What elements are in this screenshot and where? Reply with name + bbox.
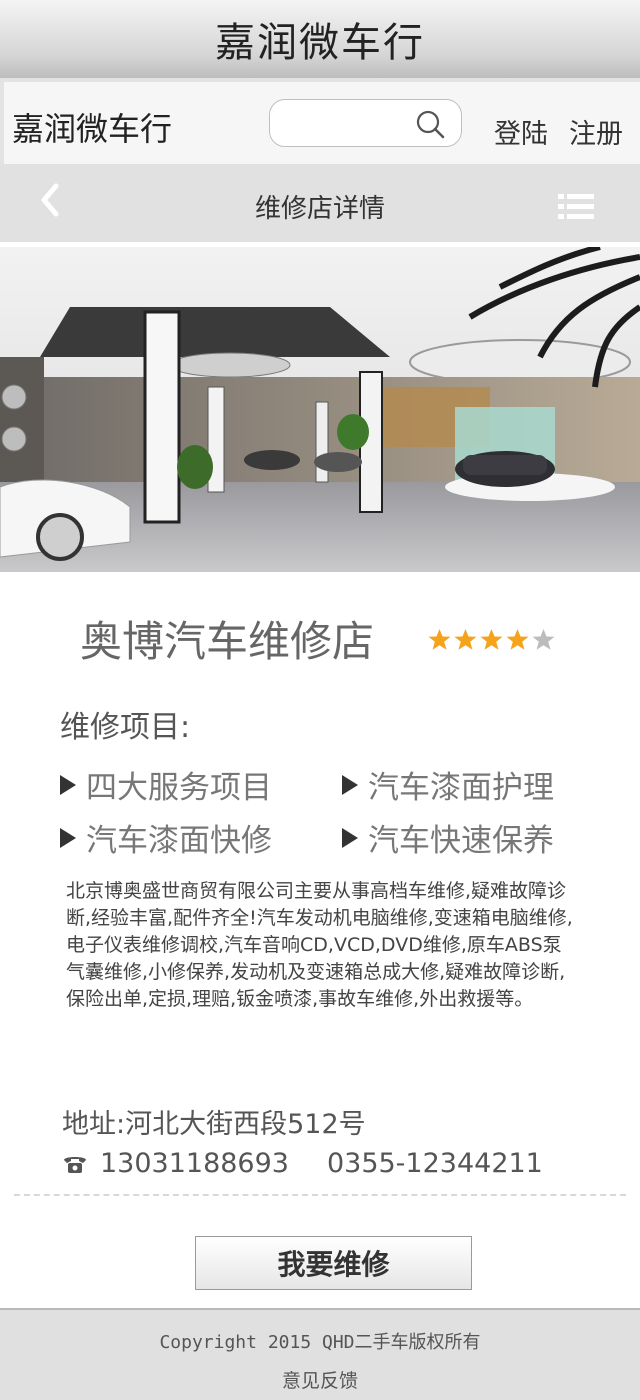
star-icon bbox=[454, 629, 477, 650]
shop-description: 北京博奥盛世商贸有限公司主要从事高档车维修,疑难故障诊断,经验丰富,配件齐全!汽… bbox=[66, 880, 573, 1010]
app-title-bar: 嘉润微车行 bbox=[0, 0, 640, 78]
triangle-bullet-icon bbox=[60, 827, 76, 848]
services-label: 维修项目: bbox=[60, 710, 191, 745]
brand-logo-text[interactable]: 嘉润微车行 bbox=[12, 104, 172, 150]
phone-row: 13031188693 0355-12344211 bbox=[62, 1148, 543, 1179]
phone-number-2[interactable]: 0355-12344211 bbox=[327, 1148, 543, 1179]
star-icon bbox=[428, 629, 451, 650]
list-menu-icon[interactable] bbox=[558, 194, 594, 220]
service-item-label: 四大服务项目 bbox=[86, 770, 272, 806]
search-box[interactable] bbox=[269, 99, 462, 147]
shop-address: 地址:河北大街西段512号 bbox=[62, 1109, 366, 1140]
service-item-label: 汽车漆面护理 bbox=[368, 770, 554, 806]
service-item: 四大服务项目 bbox=[60, 762, 272, 807]
divider bbox=[14, 1194, 626, 1196]
shop-showroom-image bbox=[0, 247, 640, 572]
page-nav-bar: 维修店详情 bbox=[0, 164, 640, 242]
service-item-label: 汽车漆面快修 bbox=[86, 823, 272, 859]
search-icon[interactable] bbox=[415, 109, 445, 139]
shop-name: 奥博汽车维修店 bbox=[80, 617, 375, 666]
page-title: 维修店详情 bbox=[254, 194, 385, 224]
copyright-text: Copyright 2015 QHD二手车版权所有 bbox=[159, 1332, 481, 1353]
triangle-bullet-icon bbox=[342, 774, 358, 795]
service-item: 汽车快速保养 bbox=[342, 815, 554, 860]
phone-number-1[interactable]: 13031188693 bbox=[100, 1148, 289, 1179]
search-input[interactable] bbox=[282, 101, 422, 145]
footer: Copyright 2015 QHD二手车版权所有 意见反馈 bbox=[0, 1308, 640, 1400]
service-item-label: 汽车快速保养 bbox=[368, 823, 554, 859]
triangle-bullet-icon bbox=[342, 827, 358, 848]
service-item: 汽车漆面护理 bbox=[342, 762, 554, 807]
star-icon bbox=[506, 629, 529, 650]
login-link[interactable]: 登陆 bbox=[494, 112, 548, 151]
shop-rating bbox=[428, 628, 555, 651]
star-icon bbox=[480, 629, 503, 650]
service-item: 汽车漆面快修 bbox=[60, 815, 272, 860]
app-title: 嘉润微车行 bbox=[215, 20, 425, 66]
feedback-link[interactable]: 意见反馈 bbox=[0, 1366, 640, 1393]
register-link[interactable]: 注册 bbox=[569, 112, 623, 151]
star-icon bbox=[532, 629, 555, 650]
triangle-bullet-icon bbox=[60, 774, 76, 795]
request-repair-button[interactable]: 我要维修 bbox=[195, 1236, 472, 1290]
phone-icon bbox=[64, 1156, 86, 1173]
top-header: 嘉润微车行 登陆 注册 bbox=[0, 78, 640, 164]
